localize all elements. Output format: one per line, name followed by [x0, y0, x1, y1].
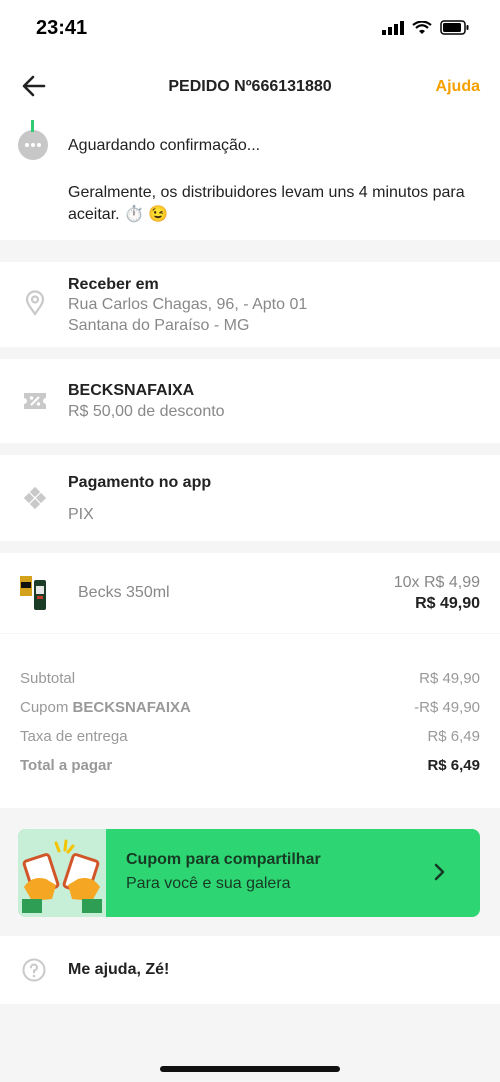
address-line-2: Santana do Paraíso - MG — [68, 317, 250, 334]
signal-icon — [382, 20, 404, 35]
help-link[interactable]: Ajuda — [436, 78, 480, 96]
becks-can-image — [20, 576, 46, 610]
support-label[interactable]: Me ajuda, Zé! — [68, 961, 169, 979]
payment-label: Pagamento no app — [68, 474, 212, 491]
product-item-card — [0, 553, 500, 633]
subtotal-value: R$ 49,90 — [419, 670, 480, 687]
address-label: Receber em — [68, 276, 159, 293]
status-icons — [382, 20, 470, 35]
summary-coupon-label: Cupom BECKSNAFAIXA — [20, 699, 191, 716]
total-label: Total a pagar — [20, 757, 113, 774]
payment-card — [0, 455, 500, 541]
order-summary — [0, 634, 500, 808]
pending-status-icon — [18, 120, 48, 160]
summary-coupon-code: BECKSNAFAIXA — [72, 699, 191, 716]
product-qty-price: 10x R$ 4,99 — [393, 574, 480, 591]
location-pin-icon — [25, 290, 45, 316]
delivery-value: R$ 6,49 — [427, 728, 480, 745]
coupon-ticket-icon — [24, 393, 46, 409]
total-value: R$ 6,49 — [427, 757, 480, 774]
payment-method: PIX — [68, 506, 94, 523]
share-banner-title: Cupom para compartilhar — [126, 851, 321, 868]
coupon-prefix: Cupom — [20, 699, 69, 716]
share-banner-subtitle: Para você e sua galera — [126, 875, 291, 892]
wifi-icon — [412, 20, 432, 34]
chevron-right-icon — [434, 863, 445, 881]
coupon-code: BECKSNAFAIXA — [68, 382, 195, 399]
share-coupon-banner[interactable]: Cupom para compartilhar Para você e sua … — [18, 829, 480, 917]
share-illustration — [18, 829, 106, 917]
product-total: R$ 49,90 — [415, 595, 480, 612]
address-line-1: Rua Carlos Chagas, 96, - Apto 01 — [68, 296, 308, 313]
battery-icon — [440, 20, 469, 35]
page-title: PEDIDO Nº666131880 — [168, 78, 332, 95]
home-indicator — [160, 1066, 340, 1072]
subtotal-label: Subtotal — [20, 670, 76, 687]
status-time: 23:41 — [36, 17, 88, 39]
delivery-label: Taxa de entrega — [20, 728, 128, 745]
order-status-info: Geralmente, os distribuidores levam uns … — [68, 184, 465, 223]
product-name: Becks 350ml — [78, 584, 170, 601]
coupon-value: -R$ 49,90 — [414, 699, 480, 716]
coupon-discount: R$ 50,00 de desconto — [68, 403, 225, 420]
question-circle-icon — [22, 958, 46, 982]
pix-icon — [22, 485, 48, 511]
order-status-text: Aguardando confirmação... — [68, 137, 261, 154]
